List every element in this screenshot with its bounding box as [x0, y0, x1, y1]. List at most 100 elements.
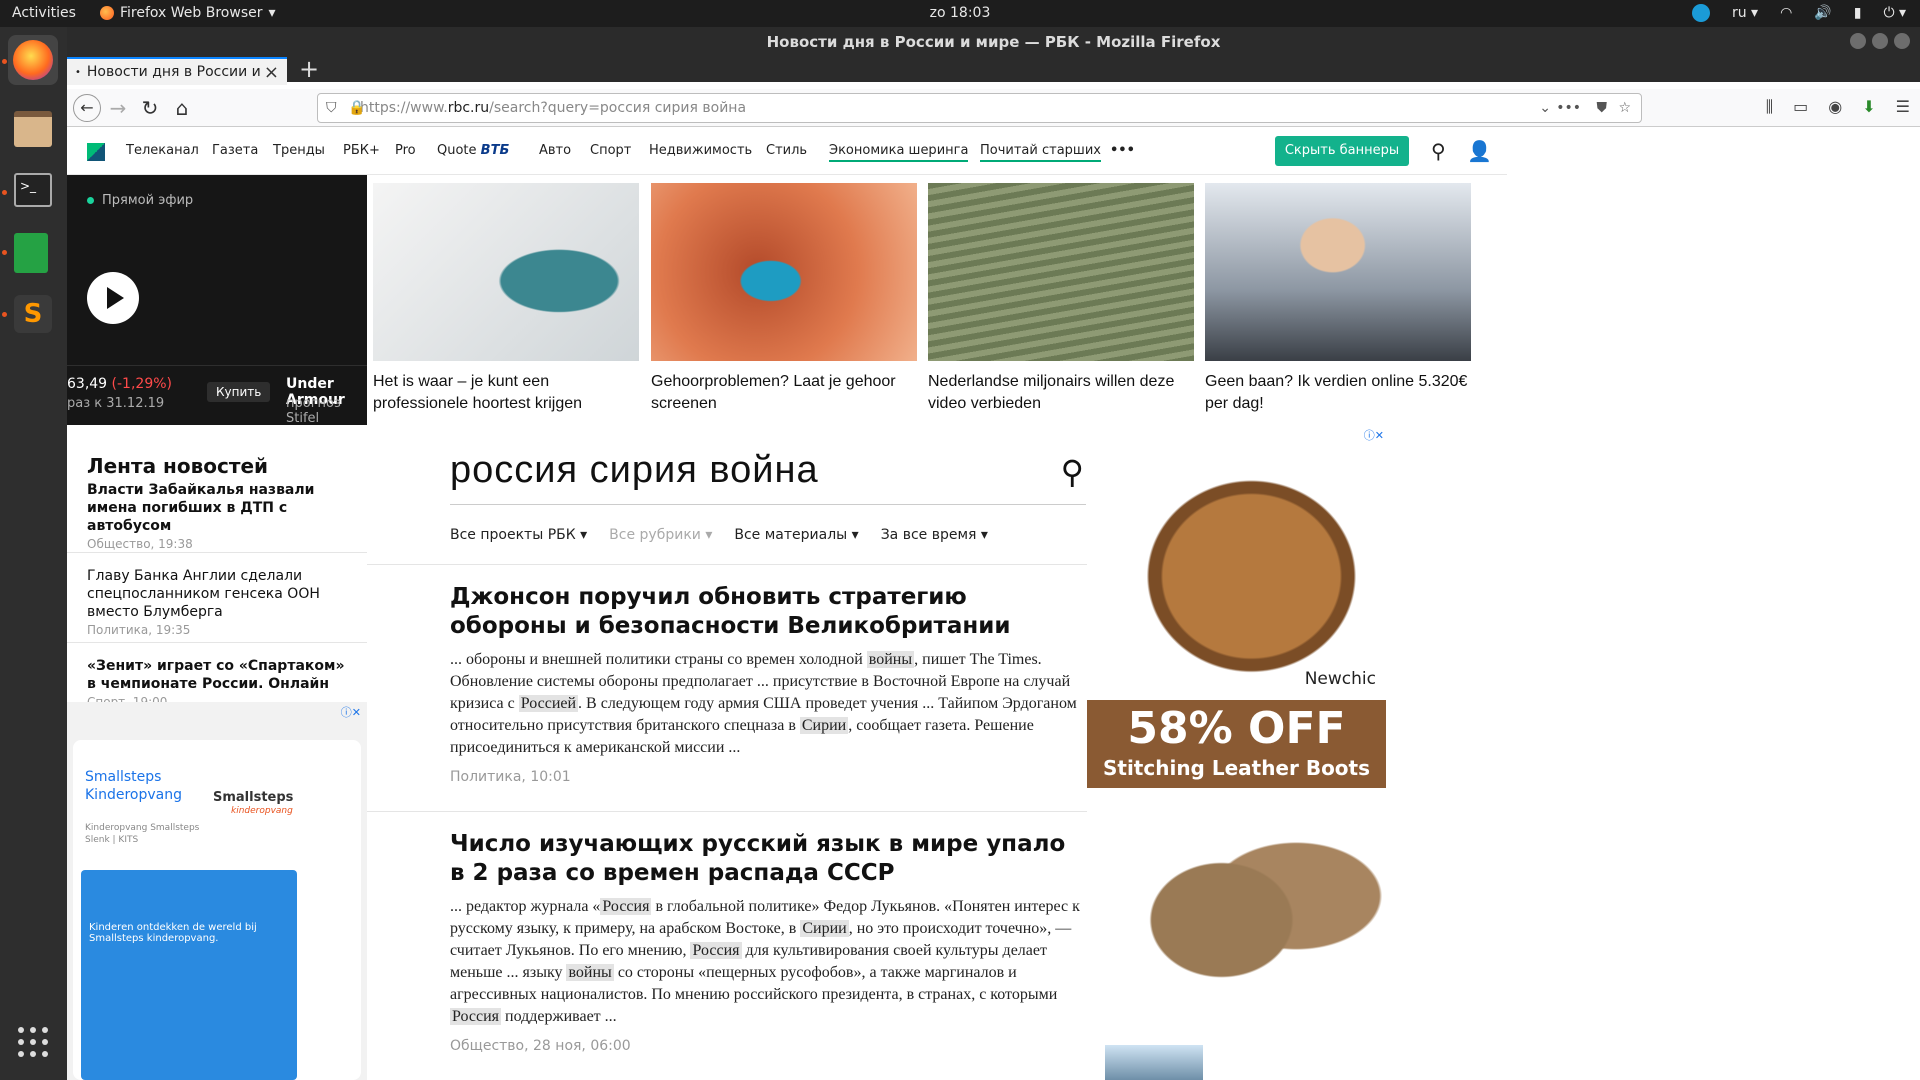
- sidebar-icon[interactable]: ▭: [1793, 97, 1808, 117]
- result-snippet: ... редактор журнала «Россия в глобально…: [450, 896, 1090, 1028]
- news-title: «Зенит» играет со «Спартаком» в чемпиона…: [87, 658, 345, 692]
- highlighted-term: войны: [566, 964, 614, 981]
- files-dock-icon[interactable]: [8, 105, 58, 155]
- filter-label: Все материалы: [734, 527, 848, 543]
- extension-icon[interactable]: ⬇: [1862, 97, 1875, 117]
- ad-blue-text: Kinderen ontdekken de wereld bij Smallst…: [89, 922, 257, 944]
- shield-icon[interactable]: ⛉: [326, 100, 337, 116]
- spreadsheet-dock-icon[interactable]: [8, 227, 58, 277]
- url-prefix: https://www.: [360, 100, 448, 116]
- app-menu[interactable]: Firefox Web Browser ▾: [100, 5, 276, 21]
- url-bar[interactable]: ⛉ 🔒 https://www. rbc.ru/search?query=росс…: [317, 93, 1642, 123]
- web-page: Телеканал Газета Тренды РБК+ Pro Quote В…: [67, 127, 1920, 1080]
- highlighted-term: Россия: [450, 1008, 502, 1025]
- system-tray[interactable]: ru ▾ ◠ 🔊 ▮ ⏻ ▾: [1691, 4, 1906, 22]
- result-title[interactable]: Джонсон поручил обновить стратегию оборо…: [450, 583, 1080, 641]
- filter-materials[interactable]: Все материалы ▾: [734, 527, 858, 543]
- back-button[interactable]: ←: [73, 94, 101, 122]
- ad-subtitle: Kinderopvang Smallsteps Slenk | KITS: [85, 823, 200, 845]
- window-titlebar: Новости дня в России и мире — РБК - Mozi…: [67, 27, 1920, 85]
- page-actions-icon[interactable]: •••: [1556, 100, 1581, 116]
- highlighted-term: Сирии: [800, 920, 849, 937]
- terminal-dock-icon[interactable]: >_: [8, 167, 58, 217]
- firefox-dock-icon[interactable]: [8, 35, 58, 85]
- sponsored-caption: Het is waar – je kunt een professionele …: [373, 373, 583, 412]
- url-path: /search?query=россия сирия война: [489, 100, 747, 116]
- skype-icon[interactable]: [1691, 4, 1710, 22]
- search-input[interactable]: россия сирия война: [450, 445, 1086, 505]
- tab-title: Новости дня в России и: [86, 64, 261, 80]
- firefox-small-icon: [100, 6, 114, 20]
- filter-rubrics[interactable]: Все рубрики ▾: [609, 527, 712, 543]
- ubuntu-dock: >_ S: [0, 27, 67, 1080]
- adchoices-icon[interactable]: ⓘ✕: [1364, 427, 1384, 443]
- close-tab-icon[interactable]: ×: [264, 62, 279, 83]
- filter-projects[interactable]: Все проекты РБК ▾: [450, 527, 587, 543]
- forward-button[interactable]: →: [105, 95, 131, 121]
- snippet-text: ... обороны и внешней политики страны со…: [450, 651, 867, 668]
- chevron-down-icon: ▾: [268, 5, 276, 21]
- new-tab-button[interactable]: +: [299, 55, 319, 83]
- lock-icon[interactable]: 🔒: [348, 100, 365, 116]
- filter-label: Все рубрики: [609, 527, 701, 543]
- minimize-button[interactable]: [1850, 33, 1866, 49]
- sponsored-card[interactable]: Het is waar – je kunt een professionele …: [373, 183, 639, 415]
- search-result: Джонсон поручил обновить стратегию оборо…: [367, 564, 1087, 811]
- battery-icon[interactable]: ▮: [1854, 5, 1862, 21]
- volume-icon[interactable]: 🔊: [1814, 5, 1831, 21]
- search-area: россия сирия война ⚲ Все проекты РБК ▾ В…: [450, 445, 1086, 543]
- sublime-dock-icon[interactable]: S: [8, 289, 58, 339]
- woman-by-car-image: [1205, 183, 1471, 361]
- account-icon[interactable]: ◉: [1828, 97, 1842, 117]
- lang-indicator[interactable]: ru ▾: [1732, 5, 1758, 21]
- activities-button[interactable]: Activities: [12, 5, 76, 21]
- show-apps-icon[interactable]: [18, 1027, 48, 1057]
- sponsored-card[interactable]: Gehoorproblemen? Laat je gehoor screenen: [651, 183, 917, 415]
- bird-in-ear-image: [651, 183, 917, 361]
- chevron-down-icon[interactable]: ⌄: [1539, 100, 1551, 116]
- maximize-button[interactable]: [1872, 33, 1888, 49]
- search-icon[interactable]: ⚲: [1061, 453, 1084, 491]
- bookmark-star-icon[interactable]: ☆: [1618, 100, 1631, 116]
- reload-button[interactable]: ↻: [137, 95, 163, 121]
- right-ad-banner[interactable]: ⓘ✕ Newchic 58% OFF Stitching Leather Boo…: [1087, 425, 1386, 1080]
- nav-toolbar: ← → ↻ ⌂ ⛉ 🔒 https://www. rbc.ru/search?qu…: [67, 89, 1920, 127]
- snippet-text: поддерживает ...: [501, 1008, 617, 1025]
- sponsored-card[interactable]: Geen baan? Ik verdien online 5.320€ per …: [1205, 183, 1471, 415]
- hamburger-menu-icon[interactable]: ☰: [1896, 97, 1910, 117]
- browser-tab[interactable]: • Новости дня в России и ×: [67, 57, 287, 85]
- close-window-button[interactable]: [1894, 33, 1910, 49]
- news-meta: Общество, 19:38: [87, 537, 193, 551]
- wifi-icon[interactable]: ◠: [1780, 5, 1792, 21]
- news-meta: Политика, 19:35: [87, 623, 191, 637]
- window-controls: [1850, 33, 1910, 49]
- result-meta: Общество, 28 ноя, 06:00: [450, 1038, 631, 1054]
- ad-discount-panel: 58% OFF Stitching Leather Boots: [1087, 700, 1386, 788]
- system-top-bar: Activities Firefox Web Browser ▾ zo 18:0…: [0, 0, 1920, 27]
- pocket-icon[interactable]: ⛊: [1597, 100, 1608, 116]
- newchic-logo: Newchic: [1304, 669, 1376, 689]
- search-query: россия сирия война: [450, 449, 819, 491]
- home-button[interactable]: ⌂: [169, 95, 195, 121]
- result-title[interactable]: Число изучающих русский язык в мире упал…: [450, 830, 1080, 888]
- product-text: Stitching Leather Boots: [1102, 756, 1371, 780]
- ad-blue-panel[interactable]: Kinderen ontdekken de wereld bij Smallst…: [81, 870, 297, 1080]
- sponsored-caption: Nederlandse miljonairs willen deze video…: [928, 373, 1175, 412]
- adchoices-icon[interactable]: ⓘ✕: [341, 704, 361, 720]
- tab-loading-icon: •: [75, 66, 81, 78]
- smallsteps-logo-sub: kinderopvang: [231, 806, 293, 816]
- sponsored-card[interactable]: Nederlandse miljonairs willen deze video…: [928, 183, 1194, 415]
- search-filters: Все проекты РБК ▾ Все рубрики ▾ Все мате…: [450, 527, 1086, 543]
- news-title: Главу Банка Англии сделали спецпосланник…: [87, 568, 320, 620]
- smallsteps-logo: Smallsteps: [213, 790, 294, 805]
- filter-time[interactable]: За все время ▾: [881, 527, 988, 543]
- clock[interactable]: zo 18:03: [930, 5, 991, 21]
- library-icon[interactable]: ⫼: [1766, 97, 1773, 117]
- news-item[interactable]: Главу Банка Англии сделали спецпосланник…: [67, 553, 367, 643]
- money-pile-image: [928, 183, 1194, 361]
- power-menu-icon[interactable]: ⏻ ▾: [1883, 5, 1906, 21]
- ad-title[interactable]: Smallsteps Kinderopvang: [85, 768, 205, 804]
- left-ad-banner[interactable]: ⓘ✕ Smallsteps Kinderopvang Smallsteps ki…: [67, 702, 367, 1080]
- window-title: Новости дня в России и мире — РБК - Mozi…: [766, 33, 1221, 51]
- hearing-aid-image: [373, 183, 639, 361]
